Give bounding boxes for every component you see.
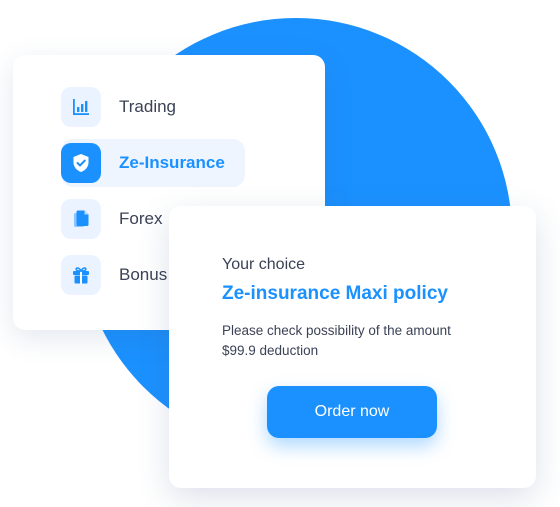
menu-item-label: Forex bbox=[119, 209, 163, 228]
documents-icon bbox=[61, 199, 101, 239]
menu-item-forex[interactable]: Forex bbox=[61, 195, 162, 243]
menu-item-trading[interactable]: Trading bbox=[61, 83, 176, 131]
menu-item-label: Bonus bbox=[119, 265, 168, 284]
policy-description: Please check possibility of the amount $… bbox=[222, 323, 451, 358]
menu-item-ze-insurance[interactable]: Ze-Insurance bbox=[61, 139, 245, 187]
shield-check-icon bbox=[61, 143, 101, 183]
choice-caption: Your choice bbox=[222, 256, 306, 273]
choice-card: Your choice Ze-insurance Maxi policy Ple… bbox=[169, 206, 536, 488]
policy-title: Ze-insurance Maxi policy bbox=[222, 283, 448, 304]
stage: Trading Ze-Insurance Forex Bonus Your ch… bbox=[0, 0, 560, 507]
menu-item-label: Ze-Insurance bbox=[119, 153, 225, 172]
gift-icon bbox=[61, 255, 101, 295]
bar-chart-icon bbox=[61, 87, 101, 127]
menu-item-label: Trading bbox=[119, 97, 177, 116]
order-now-button[interactable]: Order now bbox=[267, 386, 437, 438]
menu-item-bonus[interactable]: Bonus bbox=[61, 251, 167, 299]
